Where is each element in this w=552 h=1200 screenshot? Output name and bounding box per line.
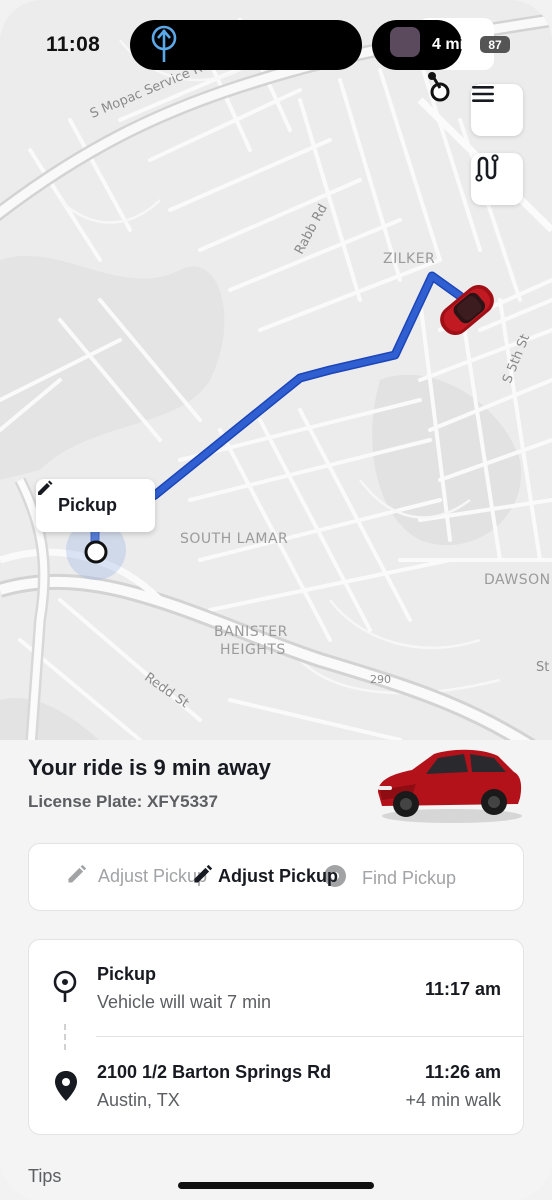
eta-text: 4 min (432, 36, 474, 53)
status-time: 11:08 (46, 33, 101, 56)
map-label-st: St (536, 660, 550, 675)
pickup-callout-label: Pickup (58, 495, 118, 515)
battery-indicator: 87 (480, 36, 510, 53)
navigation-arrow-icon (150, 24, 178, 64)
adjust-pickup-button[interactable]: Adjust Pickup (192, 863, 338, 890)
map-label-heights: HEIGHTS (220, 642, 286, 658)
phone-screen: S Mopac Service Rd Rabb Rd ZILKER S 5th … (0, 0, 552, 1200)
trip-connector-line (64, 1024, 66, 1050)
map-view[interactable]: S Mopac Service Rd Rabb Rd ZILKER S 5th … (0, 0, 552, 760)
adjust-pickup-label: Adjust Pickup (218, 866, 339, 886)
pickup-time: 11:17 am (424, 979, 501, 999)
map-label-banister: BANISTER (214, 624, 288, 640)
map-label-dawson: DAWSON (484, 572, 551, 588)
pickup-title: Pickup (97, 964, 157, 984)
home-indicator[interactable] (178, 1182, 374, 1189)
pencil-icon (192, 863, 214, 890)
adjust-pickup-faded-label: Adjust Pickup (98, 866, 208, 886)
pin-outline-icon (52, 970, 78, 1009)
dropoff-walk-note: +4 min walk (405, 1090, 501, 1110)
trip-divider (96, 1036, 524, 1037)
adjust-pickup-button-faded[interactable]: Adjust Pickup (66, 863, 207, 890)
license-plate: License Plate: XFY5337 (28, 792, 218, 811)
dropoff-title: 2100 1/2 Barton Springs Rd (97, 1062, 332, 1082)
map-label-290: 290 (370, 673, 391, 686)
route-overview-button[interactable] (471, 153, 523, 205)
pickup-callout[interactable]: Pickup (36, 479, 155, 532)
dropoff-time: 11:26 am (424, 1062, 501, 1082)
find-pickup-button[interactable]: Find Pickup (322, 863, 456, 894)
find-pickup-label: Find Pickup (362, 868, 457, 888)
menu-button[interactable] (471, 84, 523, 136)
dropoff-subtitle: Austin, TX (97, 1090, 180, 1110)
map-label-south-lamar: SOUTH LAMAR (180, 531, 289, 547)
live-activity-thumbnail (390, 27, 420, 57)
ride-status-title: Your ride is 9 min away (28, 755, 271, 780)
pencil-icon (66, 863, 88, 890)
pickup-subtitle: Vehicle will wait 7 min (97, 992, 272, 1012)
tips-section-label[interactable]: Tips (28, 1166, 61, 1187)
vehicle-image (378, 749, 522, 823)
pin-filled-icon (54, 1070, 78, 1107)
map-label-zilker: ZILKER (383, 251, 436, 267)
